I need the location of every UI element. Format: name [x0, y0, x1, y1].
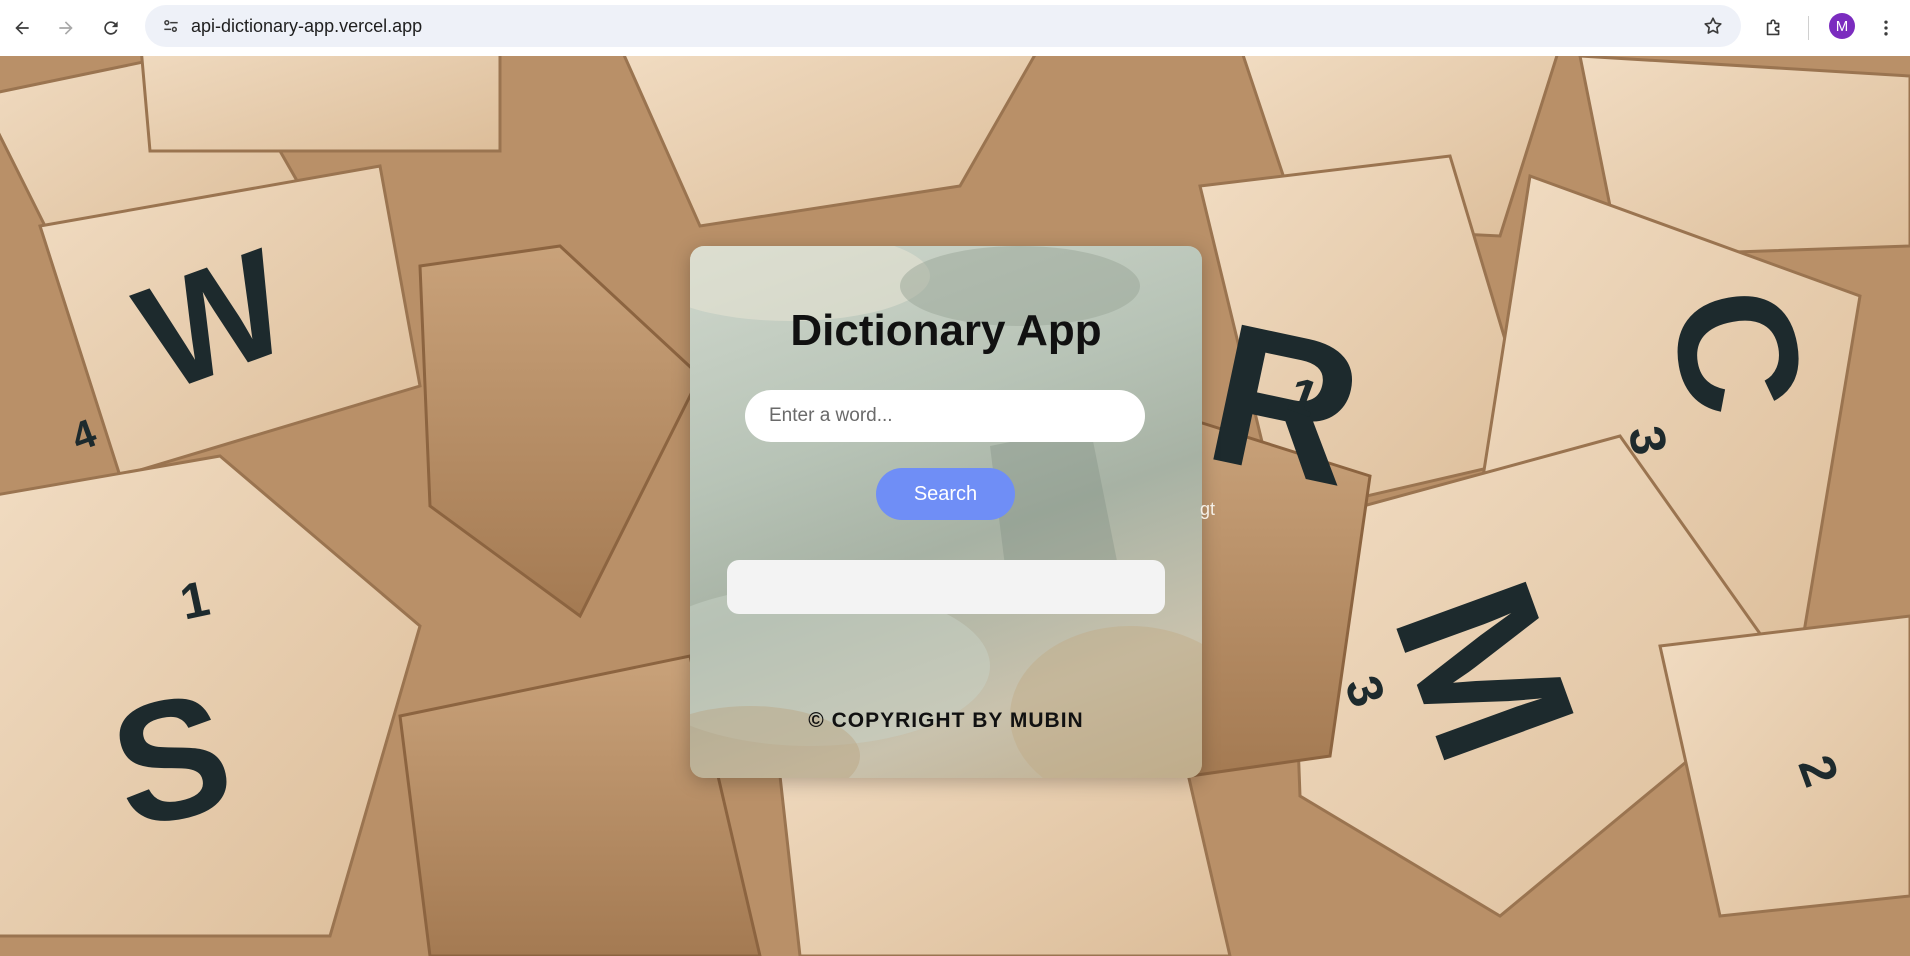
puzzle-icon	[1766, 19, 1780, 36]
browser-menu-button[interactable]	[1870, 12, 1902, 44]
address-bar[interactable]: api-dictionary-app.vercel.app	[145, 5, 1741, 47]
back-arrow-icon	[15, 21, 29, 35]
toolbar-separator	[1808, 16, 1809, 40]
star-icon	[1704, 17, 1722, 34]
stray-text: gt	[1200, 499, 1216, 519]
kebab-menu-icon	[1884, 20, 1888, 36]
reload-icon	[104, 21, 118, 35]
profile-avatar[interactable]: M	[1829, 13, 1855, 39]
page-viewport: W R C S M 1 4 1 3 3 2 Dictionary App Sea…	[0, 56, 1910, 956]
back-button[interactable]	[6, 12, 38, 44]
copyright-footer: © COPYRIGHT BY MUBIN	[808, 709, 1084, 732]
app-title: Dictionary App	[790, 306, 1102, 355]
browser-toolbar: api-dictionary-app.vercel.app M	[0, 0, 1910, 57]
forward-arrow-icon	[59, 21, 73, 35]
word-search-input[interactable]	[745, 390, 1145, 442]
reload-button[interactable]	[95, 12, 127, 44]
forward-button[interactable]	[50, 12, 82, 44]
dictionary-card: Dictionary App Search © COPYRIGHT BY MUB…	[690, 246, 1202, 778]
bookmark-button[interactable]	[1697, 10, 1729, 42]
site-info-icon	[164, 19, 178, 32]
site-info-button[interactable]	[155, 10, 187, 42]
extensions-button[interactable]	[1758, 12, 1790, 44]
search-button[interactable]: Search	[876, 468, 1015, 520]
result-box	[727, 560, 1165, 614]
url-text[interactable]: api-dictionary-app.vercel.app	[191, 5, 422, 47]
